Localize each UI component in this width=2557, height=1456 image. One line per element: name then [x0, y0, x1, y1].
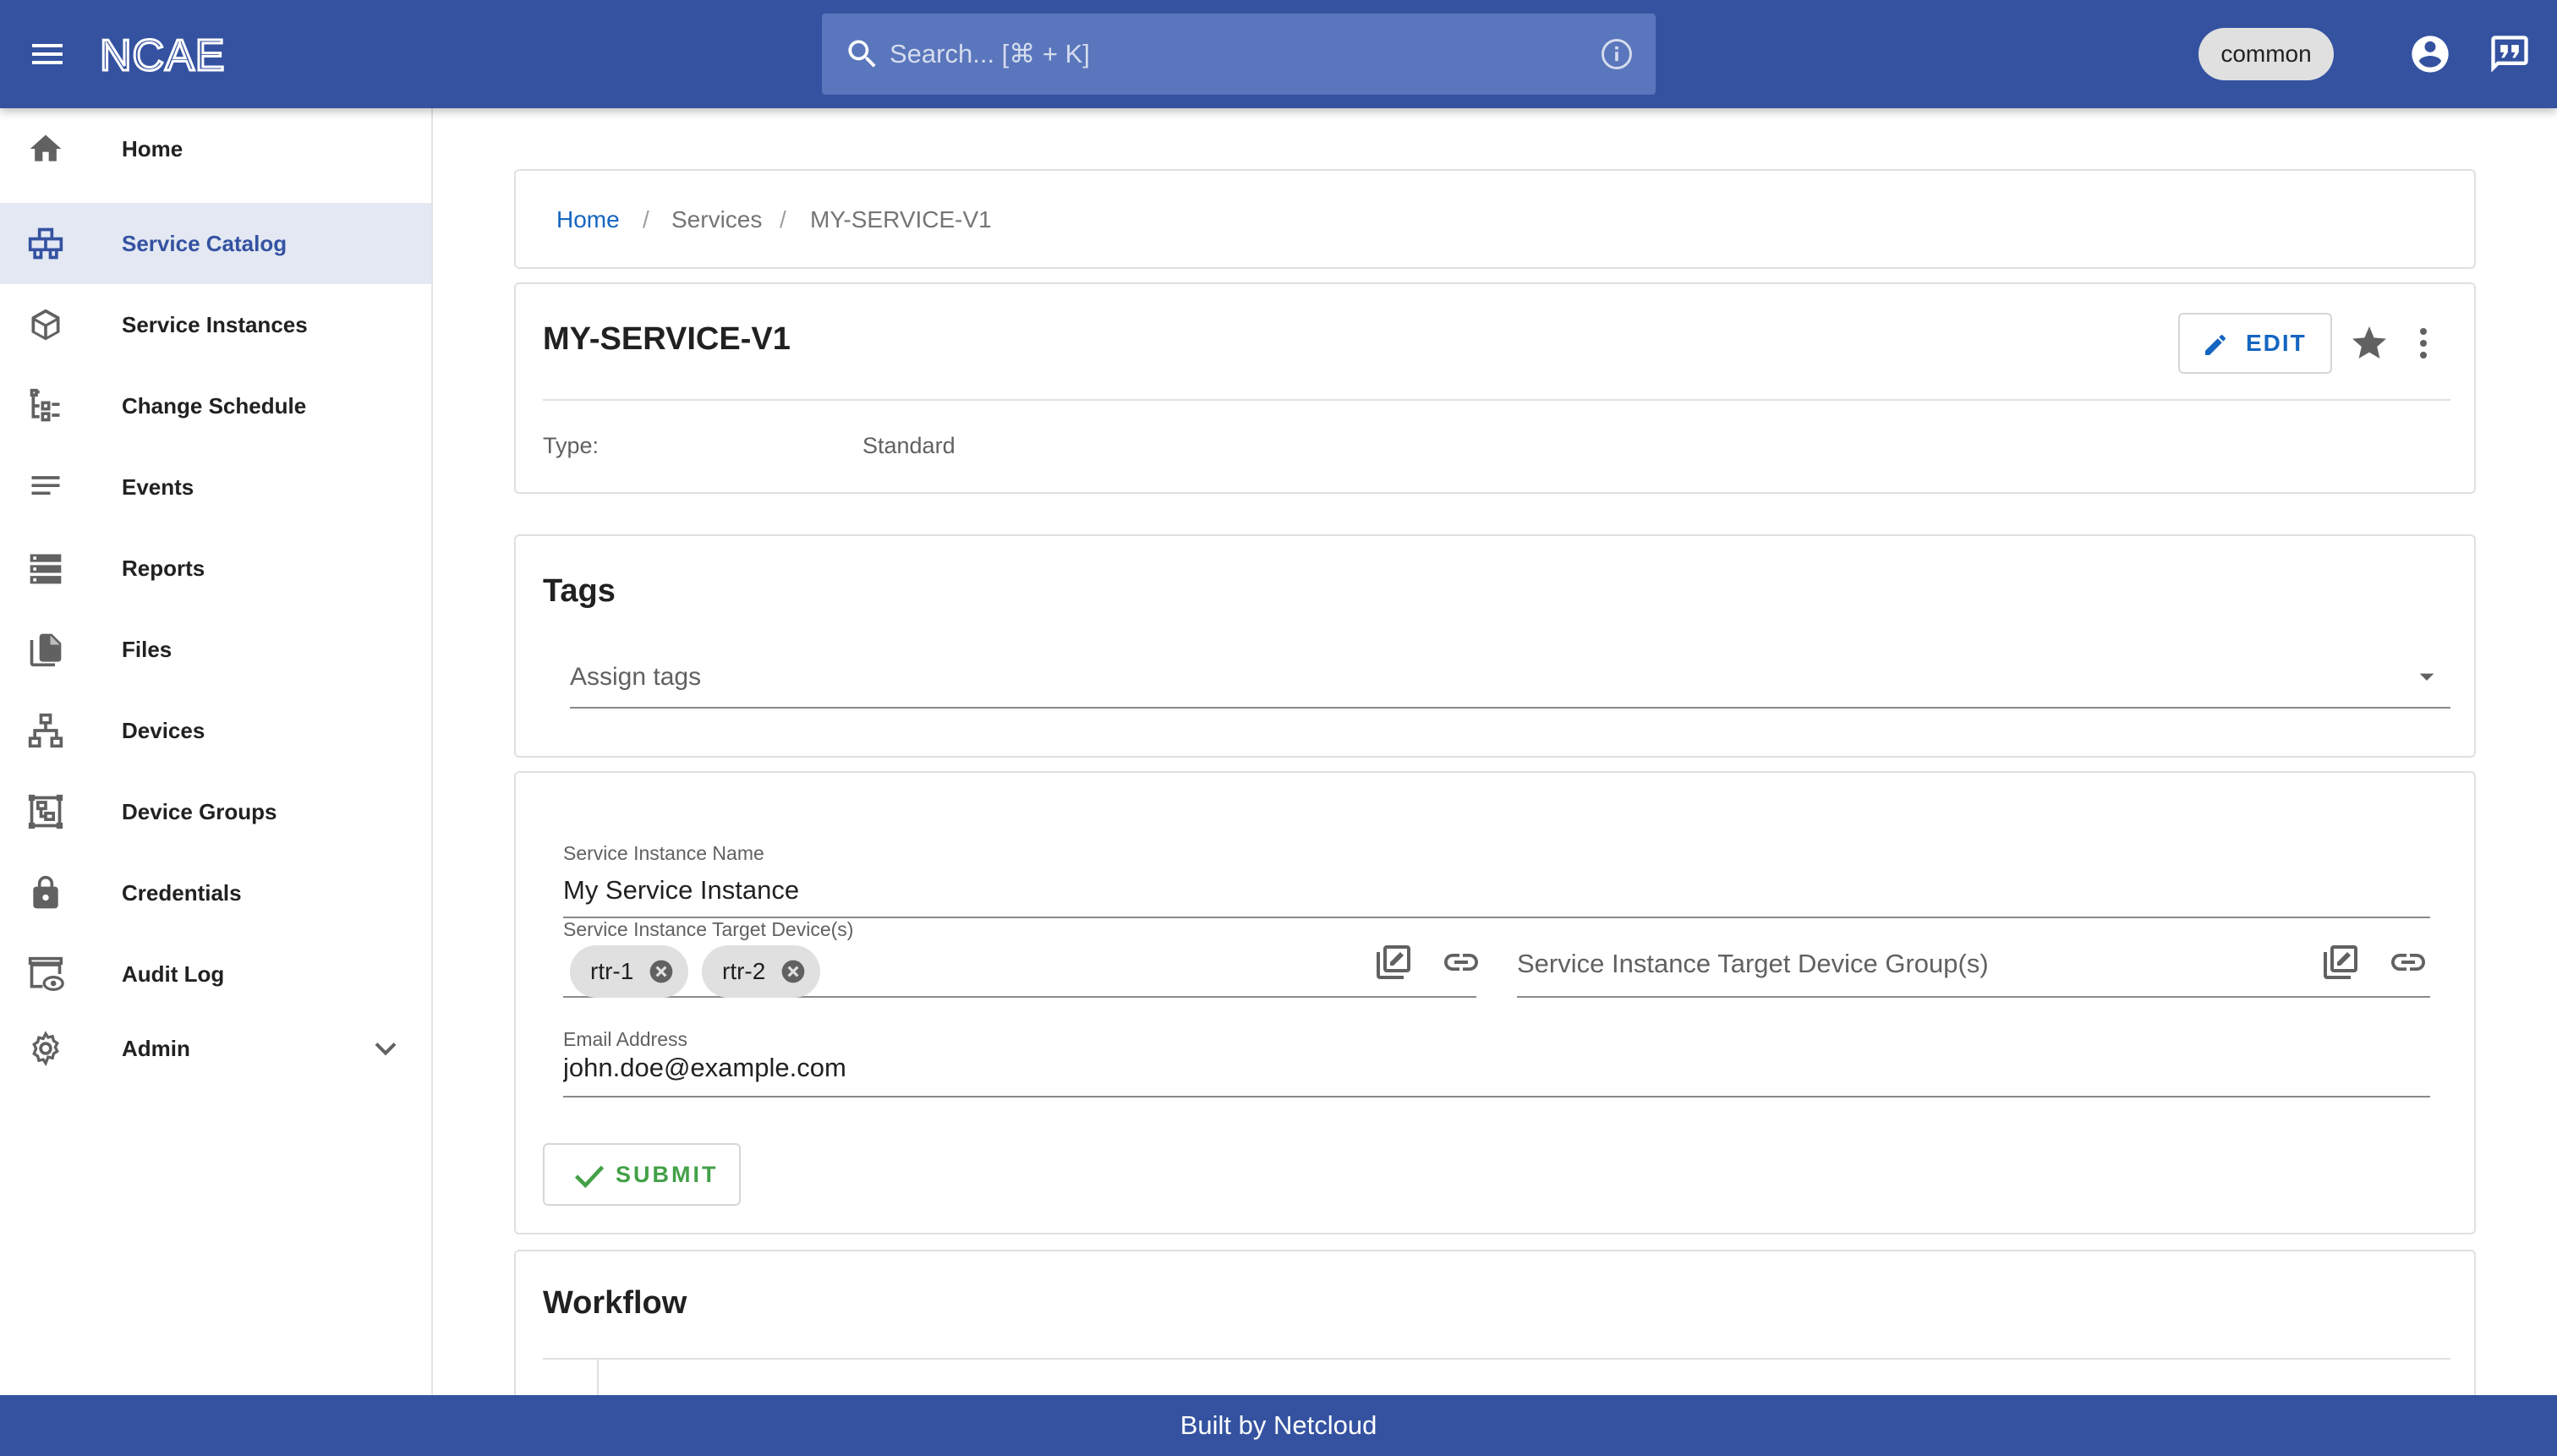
sidebar-item-service-catalog[interactable]: Service Catalog	[0, 203, 431, 284]
hamburger-menu-icon[interactable]	[25, 34, 69, 74]
pencil-icon	[2205, 335, 2226, 355]
storage-icon	[30, 554, 62, 584]
sidebar-item-files[interactable]: Files	[0, 609, 431, 690]
global-search[interactable]	[822, 14, 1656, 95]
device-chip[interactable]: rtr-2	[702, 945, 820, 998]
search-icon	[848, 40, 876, 68]
service-instance-name-input[interactable]	[563, 871, 2430, 910]
remove-chip-icon[interactable]	[648, 958, 675, 985]
star-icon[interactable]	[2349, 323, 2390, 364]
sidebar-item-label: Service Catalog	[122, 231, 287, 256]
tags-card: Tags Assign tags	[514, 534, 2476, 758]
audit-icon	[28, 956, 64, 991]
device-chip[interactable]: rtr-1	[570, 945, 688, 998]
field-label: Service Instance Name	[563, 842, 764, 864]
remove-chip-icon[interactable]	[780, 958, 807, 985]
sidebar-nav: Home Service Catalog Service Instances C…	[0, 108, 433, 1395]
device-chip-label: rtr-2	[722, 958, 766, 984]
workflow-title: Workflow	[543, 1285, 687, 1321]
email-field: Email Address	[563, 1016, 2430, 1097]
ncae-logo[interactable]: NCAE	[100, 32, 274, 76]
field-label: Service Instance Target Device(s)	[563, 918, 854, 940]
lines-icon	[31, 476, 60, 495]
link-icon[interactable]	[2388, 942, 2428, 983]
check-icon	[574, 1165, 605, 1189]
chevron-down-icon[interactable]	[367, 1030, 404, 1067]
tags-title: Tags	[543, 573, 616, 609]
tree-list-icon	[30, 388, 60, 422]
assign-tags-placeholder: Assign tags	[570, 663, 702, 691]
sidebar-item-reports[interactable]: Reports	[0, 528, 431, 609]
sidebar-item-audit-log[interactable]: Audit Log	[0, 933, 431, 1015]
select-device-groups-icon[interactable]	[2320, 942, 2361, 983]
home-icon	[30, 134, 62, 161]
sidebar-item-label: Reports	[122, 556, 205, 581]
select-devices-icon[interactable]	[1373, 942, 1414, 983]
breadcrumb-services-link[interactable]: Services	[671, 171, 762, 269]
feedback-icon[interactable]	[2488, 32, 2532, 76]
sidebar-item-credentials[interactable]: Credentials	[0, 852, 431, 933]
target-device-groups-field[interactable]: Service Instance Target Device Group(s)	[1517, 906, 2430, 998]
svg-text:NCAE: NCAE	[100, 32, 225, 76]
sidebar-item-devices[interactable]: Devices	[0, 690, 431, 771]
assign-tags-select[interactable]: Assign tags	[570, 649, 2450, 709]
submit-button-label: SUBMIT	[616, 1162, 719, 1187]
cube-icon	[31, 309, 60, 341]
search-input[interactable]	[890, 14, 1549, 95]
sidebar-item-label: Admin	[122, 1036, 190, 1061]
sidebar-item-events[interactable]: Events	[0, 446, 431, 528]
divider	[543, 399, 2450, 401]
breadcrumb-separator: /	[643, 206, 649, 233]
tenant-chip[interactable]: common	[2198, 28, 2334, 80]
divider	[543, 1358, 2450, 1360]
submit-button[interactable]: SUBMIT	[543, 1143, 741, 1206]
service-detail-card: MY-SERVICE-V1 EDIT Type: Standard	[514, 282, 2476, 494]
target-devices-field: Service Instance Target Device(s) rtr-1 …	[563, 906, 1478, 998]
sidebar-item-label: Audit Log	[122, 961, 225, 987]
top-app-bar: NCAE common	[0, 0, 2557, 108]
sidebar-item-label: Change Schedule	[122, 393, 307, 419]
dropdown-arrow-icon[interactable]	[2410, 660, 2444, 693]
page-title: MY-SERVICE-V1	[543, 321, 791, 357]
sidebar-item-label: Files	[122, 637, 172, 662]
sidebar-item-admin[interactable]: Admin	[0, 1008, 431, 1089]
sidebar-item-home[interactable]: Home	[0, 108, 431, 189]
files-icon	[30, 633, 62, 667]
service-instance-form: Service Instance Name Service Instance T…	[514, 771, 2476, 1234]
sidebar-item-device-groups[interactable]: Device Groups	[0, 771, 431, 852]
more-vert-icon[interactable]	[2403, 323, 2444, 364]
sidebar-item-label: Events	[122, 474, 194, 500]
device-groups-placeholder: Service Instance Target Device Group(s)	[1517, 949, 1989, 978]
service-instance-name-field: Service Instance Name	[563, 808, 2430, 918]
type-label: Type:	[543, 433, 600, 458]
link-icon[interactable]	[1441, 942, 1481, 983]
sidebar-item-label: Home	[122, 136, 183, 161]
sidebar-item-label: Device Groups	[122, 799, 277, 824]
breadcrumb-separator: /	[780, 206, 786, 233]
sidebar-item-service-instances[interactable]: Service Instances	[0, 284, 431, 365]
sidebar-item-label: Credentials	[122, 880, 242, 906]
type-value: Standard	[862, 433, 955, 458]
gear-icon	[32, 1031, 59, 1066]
email-input[interactable]	[563, 1048, 2430, 1087]
lock-icon	[33, 875, 58, 909]
breadcrumb-current: MY-SERVICE-V1	[810, 206, 992, 233]
info-icon[interactable]	[1598, 36, 1635, 73]
footer-text: Built by Netcloud	[1180, 1410, 1377, 1440]
catalog-icon	[28, 227, 63, 260]
account-circle-icon[interactable]	[2408, 32, 2452, 76]
breadcrumb: Home / Services / MY-SERVICE-V1	[514, 169, 2476, 269]
sidebar-item-change-schedule[interactable]: Change Schedule	[0, 365, 431, 446]
network-icon	[28, 713, 63, 748]
edit-button-label: EDIT	[2246, 330, 2307, 356]
device-chip-label: rtr-1	[590, 958, 634, 984]
footer: Built by Netcloud	[0, 1395, 2557, 1456]
sidebar-item-label: Service Instances	[122, 312, 308, 337]
device-groups-icon	[28, 794, 63, 829]
sidebar-item-label: Devices	[122, 718, 205, 743]
field-label: Email Address	[563, 1028, 688, 1050]
breadcrumb-home-link[interactable]: Home	[556, 171, 620, 269]
edit-button[interactable]: EDIT	[2178, 313, 2332, 374]
